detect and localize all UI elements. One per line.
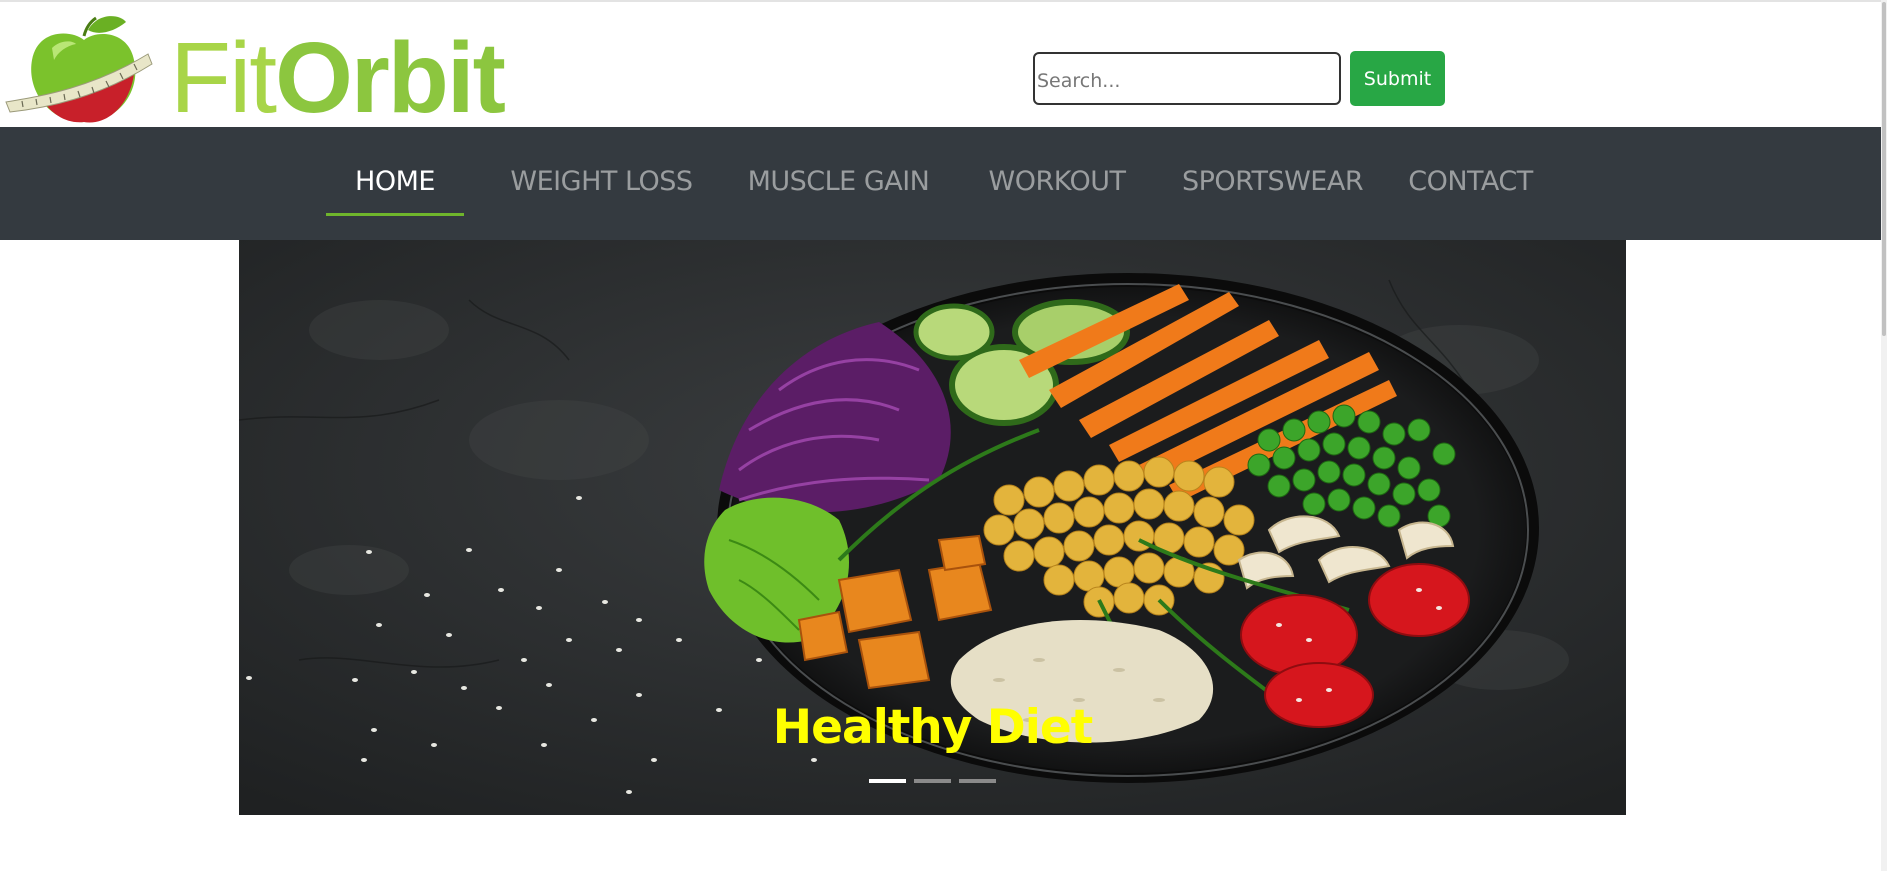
fitorbit-logo[interactable]: FitOrbit: [2, 8, 506, 128]
nav-item-workout[interactable]: WORKOUT: [986, 127, 1128, 240]
submit-button[interactable]: Submit: [1350, 51, 1445, 106]
nav-item-muscle-gain[interactable]: MUSCLE GAIN: [746, 127, 931, 240]
carousel-indicator-2[interactable]: [914, 779, 951, 783]
carousel-indicator-3[interactable]: [959, 779, 996, 783]
nav-item-contact[interactable]: CONTACT: [1405, 127, 1536, 240]
scrollbar-thumb[interactable]: [1882, 2, 1886, 336]
logo-text-orbit: Orbit: [275, 22, 506, 134]
top-border: [0, 0, 1887, 2]
apple-measuring-tape-icon: [5, 16, 153, 123]
nav-item-sportswear[interactable]: SPORTSWEAR: [1182, 127, 1364, 240]
carousel-indicator-1[interactable]: [869, 779, 906, 783]
nav-item-weight-loss[interactable]: WEIGHT LOSS: [508, 127, 695, 240]
carousel-caption: Healthy Diet: [772, 700, 1093, 755]
logo-text-fit: Fit: [170, 22, 277, 134]
main-navbar: HOME WEIGHT LOSS MUSCLE GAIN WORKOUT SPO…: [0, 127, 1881, 240]
nav-item-home[interactable]: HOME: [326, 127, 464, 240]
hero-carousel[interactable]: Healthy Diet: [239, 240, 1626, 815]
search-input[interactable]: [1033, 52, 1341, 105]
nav-active-underline: [326, 213, 464, 216]
logo-wordmark: FitOrbit: [170, 28, 506, 128]
